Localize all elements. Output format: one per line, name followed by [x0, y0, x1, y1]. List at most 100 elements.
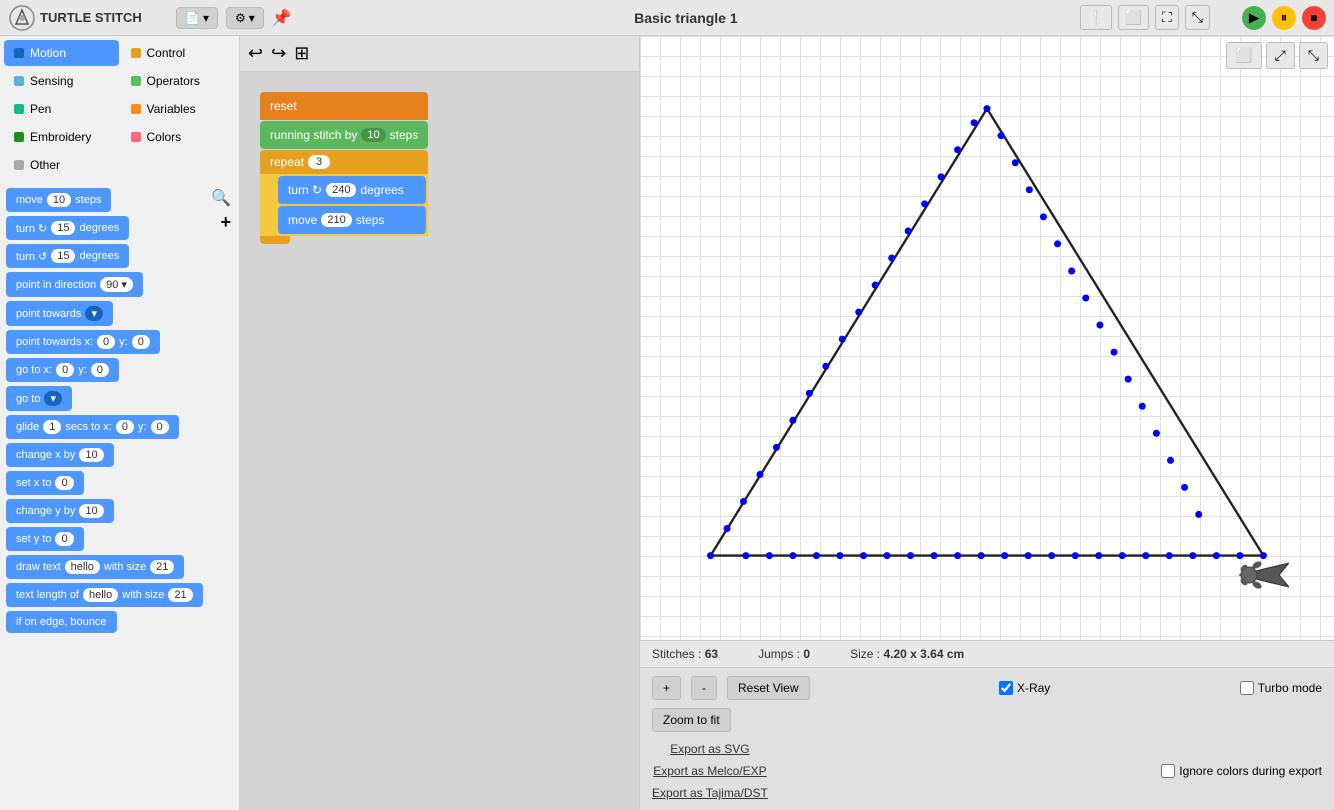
block-set-y-label: set y to [16, 533, 51, 545]
reset-view-button[interactable]: Reset View [727, 676, 809, 700]
block-go-to[interactable]: go to ▾ [6, 386, 72, 411]
script-block-turn[interactable]: turn ↻ 240 degrees [278, 176, 426, 204]
settings-button[interactable]: ⚙ ▾ [226, 7, 264, 29]
play-button[interactable]: ▶ [1242, 6, 1266, 30]
zoom-controls-row: + - Reset View X-Ray Turbo mode [652, 676, 1322, 700]
block-point-dir-val[interactable]: 90 ▾ [100, 277, 133, 292]
block-if-on-edge-label: if on edge, bounce [16, 616, 107, 628]
block-goto-xy-label: go to x: [16, 364, 52, 376]
block-point-towards-dropdown[interactable]: ▾ [85, 306, 103, 321]
ignore-colors-checkbox[interactable] [1161, 764, 1175, 778]
script-rs-val[interactable]: 10 [361, 128, 385, 142]
script-block-move[interactable]: move 210 steps [278, 206, 426, 234]
block-turn-cw-label: turn ↻ [16, 222, 47, 235]
pin-button[interactable]: 📌 [272, 8, 292, 28]
shrink-canvas-button[interactable]: ⤡ [1299, 42, 1328, 69]
variables-dot [131, 104, 141, 114]
zoom-plus-button[interactable]: + [652, 676, 681, 700]
block-move-val[interactable]: 10 [47, 193, 71, 207]
block-set-x[interactable]: set x to 0 [6, 471, 84, 495]
script-toolbar: ↩ ↪ ⊞ [240, 36, 639, 72]
add-block-button[interactable]: + [220, 212, 231, 233]
block-pt-x-val[interactable]: 0 [97, 335, 115, 349]
sidebar-item-sensing[interactable]: Sensing [4, 68, 119, 94]
block-turn-cw-val[interactable]: 15 [51, 221, 75, 235]
block-goto-y-mid: y: [78, 364, 87, 376]
file-button[interactable]: 📄 ▾ [176, 7, 218, 29]
block-change-y-val[interactable]: 10 [79, 504, 103, 518]
shrink-button[interactable]: ⤡ [1185, 5, 1210, 30]
block-turn-ccw-val[interactable]: 15 [51, 249, 75, 263]
stop-button[interactable]: ⏹ [1302, 6, 1326, 30]
block-glide-x[interactable]: 0 [116, 420, 134, 434]
alert-button[interactable]: ❕ [1080, 5, 1111, 30]
block-draw-text-val[interactable]: hello [65, 560, 100, 574]
block-goto-y-val[interactable]: 0 [91, 363, 109, 377]
export-svg-button[interactable]: Export as SVG [652, 740, 768, 758]
block-change-x-val[interactable]: 10 [79, 448, 103, 462]
block-point-towards[interactable]: point towards ▾ [6, 301, 113, 326]
block-text-len-val[interactable]: hello [83, 588, 118, 602]
redo-button[interactable]: ↪ [271, 43, 286, 64]
block-set-y-val[interactable]: 0 [55, 532, 73, 546]
triangle-drawing [640, 36, 1334, 640]
block-set-x-label: set x to [16, 477, 51, 489]
search-button[interactable]: 🔍 [211, 188, 231, 208]
block-move[interactable]: move 10 steps [6, 188, 111, 212]
block-go-to-dropdown[interactable]: ▾ [44, 391, 62, 406]
sidebar-item-other[interactable]: Other [4, 152, 119, 178]
expand-canvas-button[interactable]: ⤢ [1266, 42, 1295, 69]
block-draw-text[interactable]: draw text hello with size 21 [6, 555, 184, 579]
export-melco-button[interactable]: Export as Melco/EXP [652, 762, 768, 780]
xray-checkbox[interactable] [999, 681, 1013, 695]
block-go-to-xy[interactable]: go to x: 0 y: 0 [6, 358, 119, 382]
block-set-y[interactable]: set y to 0 [6, 527, 84, 551]
block-change-y[interactable]: change y by 10 [6, 499, 114, 523]
block-go-to-label: go to [16, 393, 40, 405]
pause-button[interactable]: ⏸ [1272, 6, 1296, 30]
script-repeat-val[interactable]: 3 [308, 155, 330, 169]
block-change-x[interactable]: change x by 10 [6, 443, 114, 467]
block-pt-y-val[interactable]: 0 [132, 335, 150, 349]
sidebar-item-colors[interactable]: Colors [121, 124, 236, 150]
file-btn-arrow: ▾ [203, 11, 209, 25]
sidebar-item-embroidery[interactable]: Embroidery [4, 124, 119, 150]
block-goto-x-val[interactable]: 0 [56, 363, 74, 377]
export-tajima-button[interactable]: Export as Tajima/DST [652, 784, 768, 802]
window-mode-button[interactable]: ⬜ [1226, 42, 1261, 69]
zoom-fit-button[interactable]: Zoom to fit [652, 708, 731, 732]
fullscreen-button[interactable]: ⛶ [1155, 5, 1179, 30]
block-draw-text-size[interactable]: 21 [150, 560, 174, 574]
canvas-controls: ⬜ ⤢ ⤡ [1226, 42, 1328, 69]
sidebar-item-motion[interactable]: Motion [4, 40, 119, 66]
turtle-sprite [1239, 555, 1279, 585]
embroidery-label: Embroidery [30, 130, 91, 144]
block-text-length[interactable]: text length of hello with size 21 [6, 583, 203, 607]
sidebar-item-pen[interactable]: Pen [4, 96, 119, 122]
grid-view-button[interactable]: ⊞ [294, 43, 309, 64]
block-set-x-val[interactable]: 0 [55, 476, 73, 490]
stitches-value: 63 [705, 647, 718, 661]
script-block-reset[interactable]: reset [260, 92, 428, 120]
zoom-minus-button[interactable]: - [691, 676, 717, 700]
block-turn-ccw[interactable]: turn ↺ 15 degrees [6, 244, 129, 268]
block-glide[interactable]: glide 1 secs to x: 0 y: 0 [6, 415, 179, 439]
block-if-on-edge[interactable]: if on edge, bounce [6, 611, 117, 633]
sidebar-item-control[interactable]: Control [121, 40, 236, 66]
script-block-running-stitch[interactable]: running stitch by 10 steps [260, 121, 428, 149]
script-block-repeat[interactable]: repeat 3 turn ↻ 240 degrees move [260, 150, 428, 244]
sidebar-item-variables[interactable]: Variables [121, 96, 236, 122]
sidebar-item-operators[interactable]: Operators [121, 68, 236, 94]
control-dot [131, 48, 141, 58]
undo-button[interactable]: ↩ [248, 43, 263, 64]
window-button[interactable]: ⬜ [1118, 5, 1149, 30]
block-text-len-size[interactable]: 21 [168, 588, 192, 602]
turbo-checkbox[interactable] [1240, 681, 1254, 695]
block-turn-cw[interactable]: turn ↻ 15 degrees [6, 216, 129, 240]
block-point-towards-xy[interactable]: point towards x: 0 y: 0 [6, 330, 160, 354]
block-glide-y[interactable]: 0 [151, 420, 169, 434]
script-move-val[interactable]: 210 [321, 213, 351, 227]
script-turn-val[interactable]: 240 [326, 183, 356, 197]
block-point-direction[interactable]: point in direction 90 ▾ [6, 272, 143, 297]
block-glide-secs[interactable]: 1 [43, 420, 61, 434]
